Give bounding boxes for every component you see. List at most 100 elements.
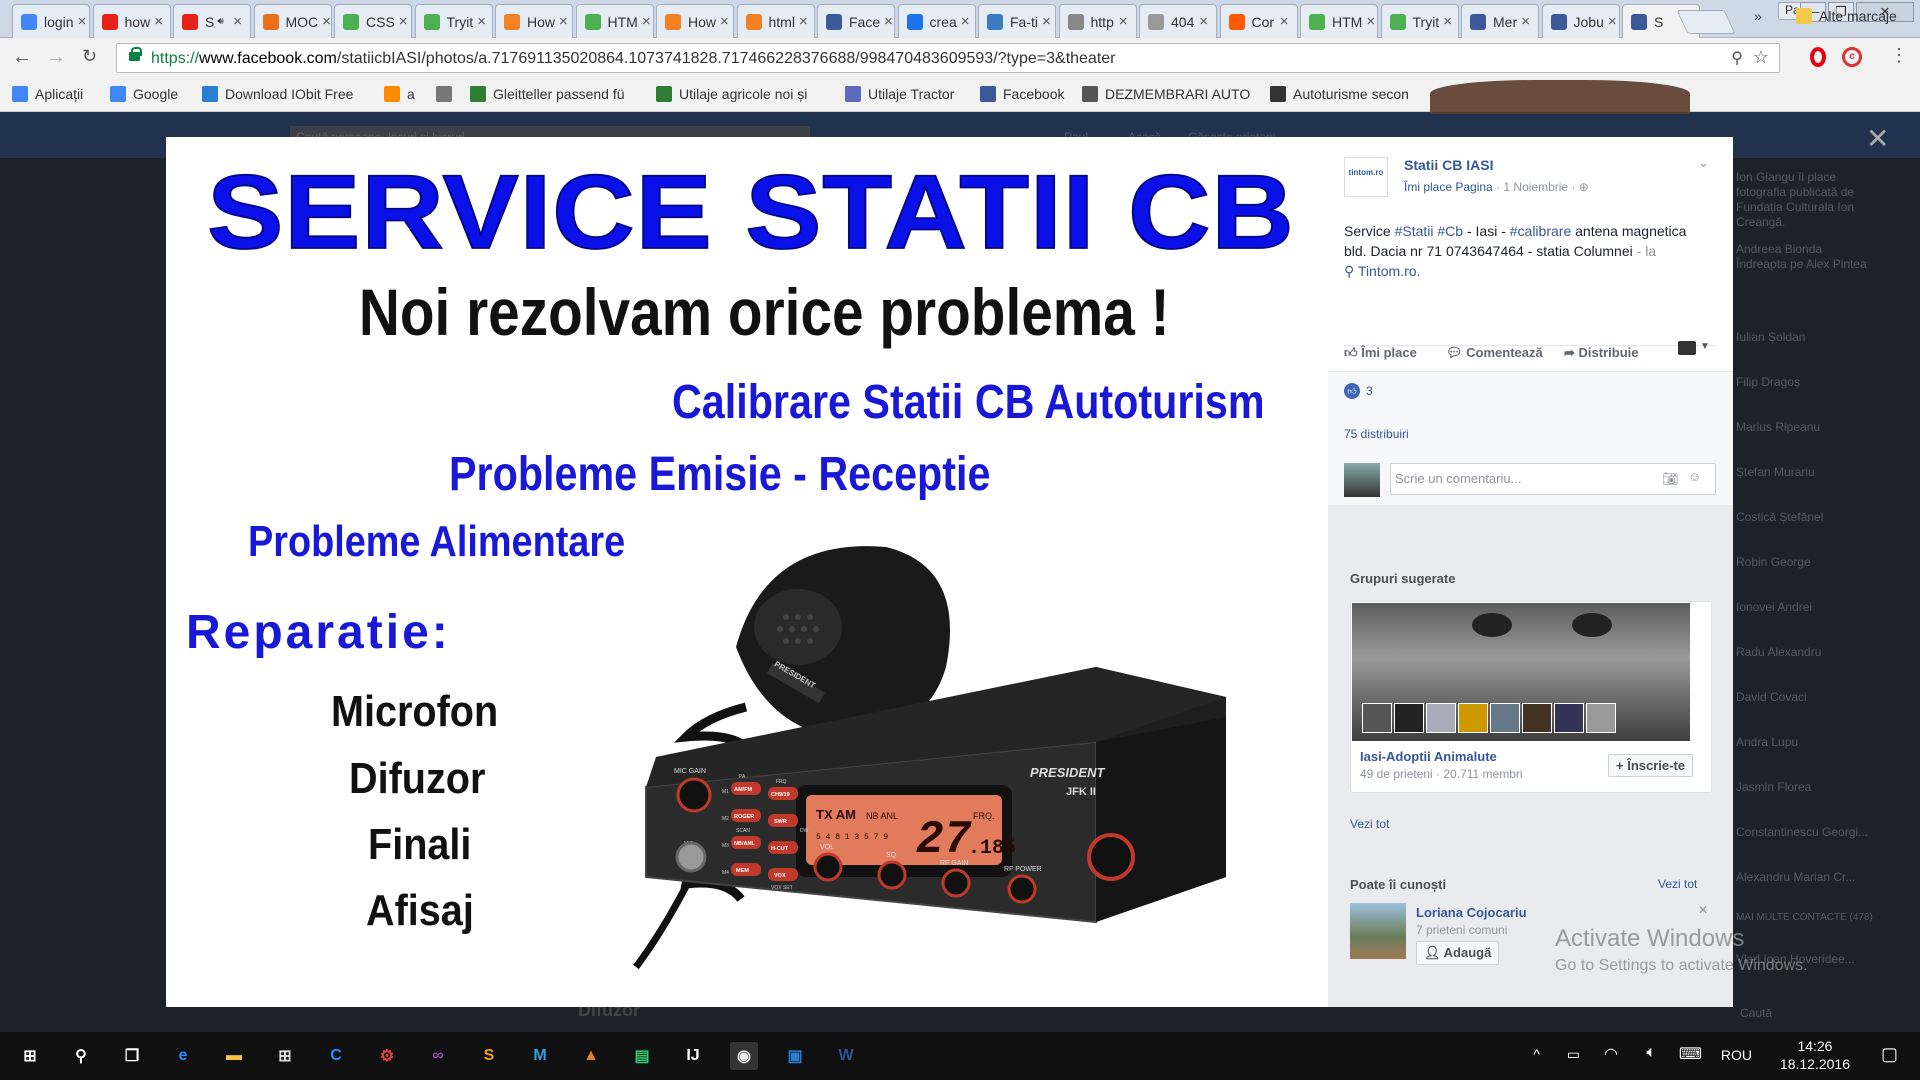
bookmark-item[interactable]: Autoturisme secon: [1270, 86, 1409, 102]
tab-17[interactable]: Tryit ×: [1380, 4, 1459, 38]
app-blue-icon[interactable]: C: [322, 1042, 350, 1070]
member-thumb[interactable]: [1426, 703, 1456, 733]
bookmark-item[interactable]: Utilaje agricole noi și: [656, 86, 807, 102]
reload-icon[interactable]: ↻: [82, 46, 97, 67]
back-icon[interactable]: ←: [12, 46, 32, 69]
tab-13[interactable]: http ×: [1058, 4, 1137, 38]
other-bookmarks[interactable]: Alte marcaje: [1796, 8, 1897, 24]
add-friend-button[interactable]: 👤︎ Adaugă: [1416, 941, 1500, 965]
tab-9[interactable]: html ×: [736, 4, 815, 38]
close-tab-icon[interactable]: ×: [1439, 13, 1452, 30]
camera-icon[interactable]: 📷︎: [1662, 471, 1679, 487]
app-m-icon[interactable]: M: [526, 1042, 554, 1070]
tab-10[interactable]: Face ×: [817, 4, 895, 38]
close-tab-icon[interactable]: ×: [880, 13, 893, 30]
url-text[interactable]: https://www.facebook.com/statiicbIASI/ph…: [151, 50, 1116, 68]
close-tab-icon[interactable]: ×: [716, 13, 729, 30]
tab-8[interactable]: How ×: [656, 4, 734, 38]
more-bookmarks-button[interactable]: »: [1754, 8, 1762, 24]
tab-5[interactable]: Tryit ×: [414, 4, 493, 38]
chevron-down-icon[interactable]: ▼: [1700, 341, 1710, 352]
shares-count[interactable]: 75 distribuiri: [1344, 427, 1409, 441]
close-tab-icon[interactable]: ×: [229, 13, 242, 30]
wifi-icon[interactable]: ◠: [1604, 1044, 1618, 1064]
member-thumb[interactable]: [1458, 703, 1488, 733]
tab-16[interactable]: HTM ×: [1300, 4, 1378, 38]
bookmark-item[interactable]: Facebook: [980, 86, 1064, 102]
notifications-icon[interactable]: ▢: [1881, 1044, 1898, 1065]
place-link[interactable]: Tintom.ro.: [1358, 263, 1421, 279]
close-tab-icon[interactable]: ×: [74, 13, 87, 30]
audio-icon[interactable]: 🔊︎: [217, 16, 223, 27]
share-button[interactable]: ➦ Distribuie: [1564, 345, 1639, 361]
tab-11[interactable]: crea ×: [897, 4, 976, 38]
tab-14[interactable]: 404 ×: [1139, 4, 1217, 38]
tab-18[interactable]: Mer ×: [1461, 4, 1539, 38]
task-view-icon[interactable]: ❐: [118, 1042, 146, 1070]
reactions-count[interactable]: 3: [1366, 384, 1373, 398]
opera-icon[interactable]: [1810, 47, 1826, 67]
close-tab-icon[interactable]: ×: [1038, 13, 1051, 30]
tab-12[interactable]: Fa-ti ×: [978, 4, 1056, 38]
language-indicator[interactable]: ROU: [1721, 1047, 1752, 1063]
close-tab-icon[interactable]: ×: [1115, 13, 1128, 30]
post-date[interactable]: 1 Noiembrie: [1503, 180, 1568, 194]
page-name-link[interactable]: Statii CB IASI: [1404, 157, 1493, 173]
join-group-button[interactable]: + Înscrie-te: [1608, 754, 1694, 777]
tab-2[interactable]: S 🔊︎ ×: [173, 4, 251, 38]
group-name[interactable]: Iasi-Adoptii Animalute: [1360, 749, 1497, 764]
tab-3[interactable]: MOC ×: [253, 4, 332, 38]
close-tab-icon[interactable]: ×: [957, 13, 970, 30]
group-cover[interactable]: [1352, 603, 1690, 741]
member-thumb[interactable]: [1554, 703, 1584, 733]
like-button[interactable]: 👍︎ Îmi place: [1344, 345, 1417, 361]
volume-icon[interactable]: 🔈︎: [1646, 1044, 1656, 1062]
tab-6[interactable]: How ×: [495, 4, 573, 38]
bookmark-item[interactable]: DEZMEMBRARI AUTO: [1082, 86, 1250, 102]
app-red-icon[interactable]: ⚙: [373, 1042, 401, 1070]
bookmark-item[interactable]: Google: [110, 86, 178, 102]
bookmark-star-icon[interactable]: ☆: [1753, 47, 1769, 68]
close-tab-icon[interactable]: ×: [638, 13, 651, 30]
emoji-icon[interactable]: ☺: [1688, 469, 1701, 484]
member-thumb[interactable]: [1394, 703, 1424, 733]
person-name[interactable]: Loriana Cojocariu: [1416, 905, 1527, 920]
zoom-search-icon[interactable]: ⚲: [1731, 48, 1743, 68]
tab-4[interactable]: CSS ×: [334, 4, 412, 38]
tab-7[interactable]: HTM ×: [575, 4, 654, 38]
clock[interactable]: 14:26 18.12.2016: [1780, 1037, 1850, 1073]
intellij-icon[interactable]: IJ: [679, 1042, 707, 1070]
app-square-icon[interactable]: ▣: [781, 1042, 809, 1070]
chrome-icon[interactable]: ◉: [730, 1042, 758, 1070]
chevron-up-icon[interactable]: ^: [1533, 1046, 1540, 1062]
photo-viewer[interactable]: SERVICE STATII CB Noi rezolvam orice pro…: [166, 137, 1328, 1007]
hashtag-calibrare[interactable]: #calibrare: [1510, 223, 1571, 239]
dismiss-icon[interactable]: ✕: [1698, 903, 1708, 917]
post-options-icon[interactable]: ⌄: [1698, 155, 1709, 171]
tab-19[interactable]: Jobu ×: [1541, 4, 1620, 38]
tab-15[interactable]: Cor ×: [1219, 4, 1298, 38]
bookmark-item[interactable]: Gleitteller passend fü: [470, 86, 625, 102]
bookmark-item[interactable]: Utilaje Tractor: [845, 86, 954, 102]
page-avatar-small[interactable]: [1678, 341, 1696, 355]
address-bar[interactable]: https://www.facebook.com/statiicbIASI/ph…: [116, 43, 1780, 73]
hashtag-cb[interactable]: #Cb: [1437, 223, 1463, 239]
hashtag-statii[interactable]: #Statii: [1395, 223, 1434, 239]
close-tab-icon[interactable]: ×: [555, 13, 568, 30]
close-tab-icon[interactable]: ×: [1517, 13, 1530, 30]
see-all-people-link[interactable]: Vezi tot: [1658, 877, 1697, 891]
like-page-link[interactable]: Îmi place Pagina: [1404, 180, 1493, 194]
word-icon[interactable]: W: [832, 1042, 860, 1070]
see-all-groups-link[interactable]: Vezi tot: [1350, 817, 1389, 831]
app-green-icon[interactable]: ▤: [628, 1042, 656, 1070]
close-tab-icon[interactable]: ×: [473, 13, 486, 30]
forward-icon[interactable]: →: [46, 46, 66, 69]
keyboard-icon[interactable]: ⌨: [1679, 1044, 1702, 1064]
extension-icon[interactable]: c: [1842, 47, 1862, 67]
close-tab-icon[interactable]: ×: [1276, 13, 1289, 30]
bookmark-item[interactable]: [436, 86, 459, 102]
edge-icon[interactable]: e: [169, 1042, 197, 1070]
sublime-icon[interactable]: S: [475, 1042, 503, 1070]
close-tab-icon[interactable]: ×: [150, 13, 163, 30]
tab-1[interactable]: how ×: [92, 4, 171, 38]
